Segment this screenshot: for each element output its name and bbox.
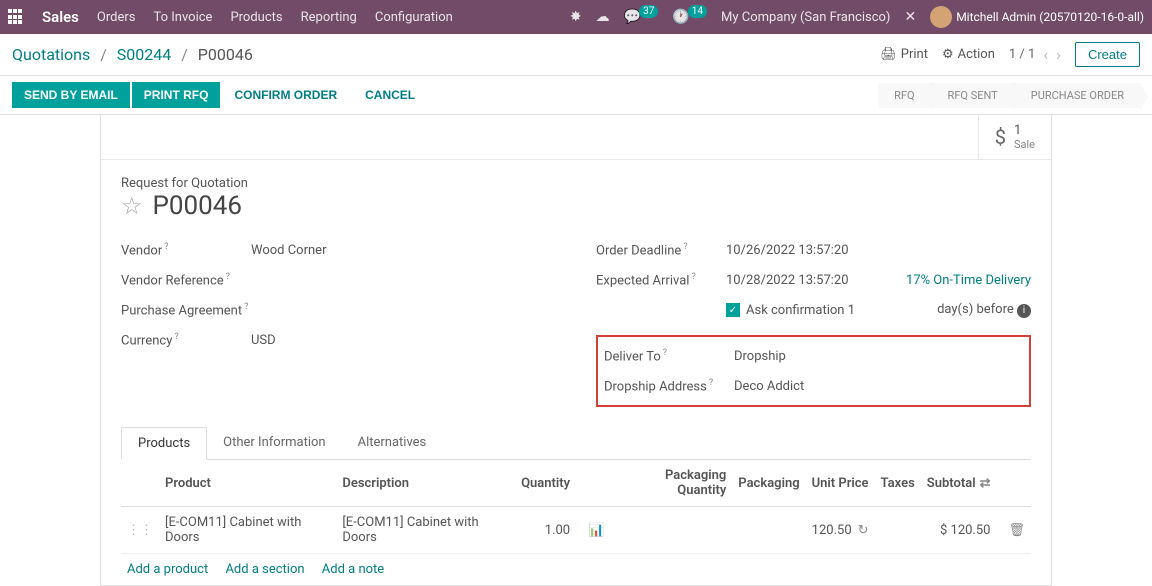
pager-text: 1 / 1 bbox=[1009, 47, 1035, 62]
deliver-to-value[interactable]: Dropship bbox=[734, 349, 786, 364]
dropship-address-label: Dropship Address? bbox=[604, 378, 734, 394]
support-icon[interactable]: ☁ bbox=[596, 9, 610, 25]
info-icon[interactable]: i bbox=[1017, 304, 1031, 318]
col-packaging[interactable]: Packaging bbox=[732, 460, 805, 507]
company-switcher[interactable]: My Company (San Francisco) bbox=[721, 10, 890, 25]
cell-taxes[interactable] bbox=[875, 507, 921, 554]
cell-price[interactable]: 120.50↻ bbox=[806, 507, 875, 554]
table-row[interactable]: ⋮⋮ [E-COM11] Cabinet with Doors [E-COM11… bbox=[121, 507, 1031, 554]
highlight-box: Deliver To?Dropship Dropship Address?Dec… bbox=[596, 335, 1031, 407]
clock-badge: 14 bbox=[688, 5, 707, 18]
currency-value[interactable]: USD bbox=[251, 333, 276, 348]
user-menu[interactable]: Mitchell Admin (20570120-16-0-all) bbox=[930, 6, 1144, 28]
col-taxes[interactable]: Taxes bbox=[875, 460, 921, 507]
activities-icon[interactable]: 🕐14 bbox=[672, 9, 707, 25]
cell-qty[interactable]: 1.00 bbox=[515, 507, 576, 554]
tools-icon[interactable]: ✕ bbox=[904, 9, 916, 25]
stat-sale[interactable]: $ 1 Sale bbox=[978, 115, 1051, 159]
action-button[interactable]: ⚙ Action bbox=[942, 47, 995, 62]
dropship-address-value[interactable]: Deco Addict bbox=[734, 379, 804, 394]
cell-description[interactable]: [E-COM11] Cabinet with Doors bbox=[336, 507, 515, 554]
tab-other-info[interactable]: Other Information bbox=[207, 427, 341, 459]
add-section-link[interactable]: Add a section bbox=[225, 562, 304, 577]
deliver-to-label: Deliver To? bbox=[604, 348, 734, 364]
create-button[interactable]: Create bbox=[1075, 42, 1140, 67]
print-rfq-button[interactable]: PRINT RFQ bbox=[132, 82, 221, 108]
breadcrumb-order[interactable]: S00244 bbox=[117, 45, 171, 64]
messages-icon[interactable]: 💬37 bbox=[624, 9, 659, 25]
cell-product[interactable]: [E-COM11] Cabinet with Doors bbox=[159, 507, 336, 554]
cell-subtotal: $ 120.50 bbox=[921, 507, 997, 554]
stat-label: Sale bbox=[1014, 138, 1035, 151]
ontime-link[interactable]: 17% On-Time Delivery bbox=[906, 273, 1031, 288]
status-rfq-sent[interactable]: RFQ SENT bbox=[931, 83, 1014, 108]
ask-confirmation-checkbox[interactable]: ✓ bbox=[726, 303, 740, 317]
breadcrumb: Quotations / S00244 / P00046 bbox=[12, 45, 253, 64]
days-before-label: day(s) before i bbox=[937, 302, 1031, 318]
add-note-link[interactable]: Add a note bbox=[322, 562, 384, 577]
debug-icon[interactable]: ✸ bbox=[570, 9, 582, 25]
stat-count: 1 bbox=[1014, 123, 1035, 138]
refresh-icon[interactable]: ↻ bbox=[858, 523, 869, 538]
col-pkg-qty[interactable]: Packaging Quantity bbox=[610, 460, 732, 507]
pager-next[interactable]: › bbox=[1056, 45, 1061, 64]
deadline-value[interactable]: 10/26/2022 13:57:20 bbox=[726, 243, 849, 258]
confirm-order-button[interactable]: CONFIRM ORDER bbox=[220, 82, 351, 108]
col-unit-price[interactable]: Unit Price bbox=[806, 460, 875, 507]
ask-confirmation-label: Ask confirmation 1 bbox=[746, 303, 855, 318]
vendor-ref-label: Vendor Reference? bbox=[121, 272, 251, 288]
col-subtotal[interactable]: Subtotal⇄ bbox=[921, 460, 997, 507]
status-po[interactable]: PURCHASE ORDER bbox=[1014, 83, 1140, 108]
tab-products[interactable]: Products bbox=[121, 427, 207, 460]
add-product-link[interactable]: Add a product bbox=[127, 562, 208, 577]
cell-pkg-qty[interactable] bbox=[610, 507, 732, 554]
status-rfq[interactable]: RFQ bbox=[878, 83, 930, 108]
user-name: Mitchell Admin (20570120-16-0-all) bbox=[956, 10, 1144, 24]
subtotal-settings-icon[interactable]: ⇄ bbox=[980, 476, 991, 491]
purchase-agreement-label: Purchase Agreement? bbox=[121, 302, 251, 318]
menu-reporting[interactable]: Reporting bbox=[301, 10, 357, 25]
expected-arrival-label: Expected Arrival? bbox=[596, 272, 726, 288]
deadline-label: Order Deadline? bbox=[596, 242, 726, 258]
print-button[interactable]: 🖨 Print bbox=[880, 47, 928, 62]
menu-to-invoice[interactable]: To Invoice bbox=[153, 10, 212, 25]
dollar-icon: $ bbox=[995, 125, 1006, 149]
delete-row-icon[interactable]: 🗑 bbox=[1008, 523, 1025, 538]
page-title: P00046 bbox=[153, 191, 242, 221]
forecast-icon[interactable]: 📊 bbox=[588, 523, 604, 538]
breadcrumb-current: P00046 bbox=[198, 45, 253, 64]
menu-configuration[interactable]: Configuration bbox=[375, 10, 453, 25]
pager-prev[interactable]: ‹ bbox=[1043, 45, 1048, 64]
breadcrumb-quotations[interactable]: Quotations bbox=[12, 45, 90, 64]
currency-label: Currency? bbox=[121, 332, 251, 348]
expected-arrival-value[interactable]: 10/28/2022 13:57:20 bbox=[726, 273, 849, 288]
col-quantity[interactable]: Quantity bbox=[515, 460, 576, 507]
col-description[interactable]: Description bbox=[336, 460, 515, 507]
app-name[interactable]: Sales bbox=[42, 8, 79, 26]
menu-products[interactable]: Products bbox=[230, 10, 282, 25]
vendor-label: Vendor? bbox=[121, 242, 251, 258]
cell-packaging[interactable] bbox=[732, 507, 805, 554]
msg-badge: 37 bbox=[639, 5, 658, 18]
menu-orders[interactable]: Orders bbox=[97, 10, 136, 25]
col-product[interactable]: Product bbox=[159, 460, 336, 507]
subtitle: Request for Quotation bbox=[121, 176, 1031, 191]
star-icon[interactable]: ☆ bbox=[121, 192, 143, 220]
vendor-value[interactable]: Wood Corner bbox=[251, 243, 326, 258]
apps-icon[interactable] bbox=[8, 9, 24, 25]
cancel-button[interactable]: CANCEL bbox=[351, 82, 429, 108]
tab-alternatives[interactable]: Alternatives bbox=[342, 427, 443, 459]
send-email-button[interactable]: SEND BY EMAIL bbox=[12, 82, 130, 108]
drag-handle-icon[interactable]: ⋮⋮ bbox=[127, 523, 153, 538]
avatar-icon bbox=[930, 6, 952, 28]
